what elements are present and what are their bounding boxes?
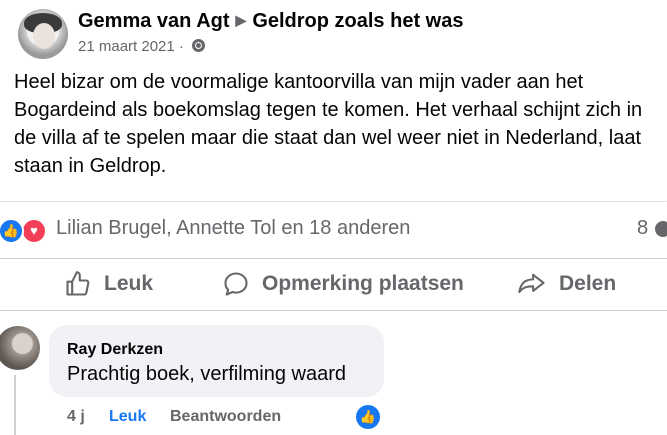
comment-count-icon [655, 221, 667, 237]
reaction-names[interactable]: Lilian Brugel, Annette Tol en 18 anderen [56, 217, 410, 240]
author-name[interactable]: Gemma van Agt [78, 10, 230, 32]
comment-label: Opmerking plaatsen [262, 272, 464, 295]
reactions-summary[interactable]: 👍 ♥ Lilian Brugel, Annette Tol en 18 and… [0, 216, 667, 244]
globe-icon [192, 39, 206, 52]
thread-line [14, 375, 16, 435]
like-reaction-icon: 👍 [0, 218, 24, 244]
thumbs-up-icon [66, 271, 90, 296]
share-label: Delen [559, 272, 617, 295]
comment-text: Prachtig boek, verfilming waard [67, 363, 347, 385]
post-header: Gemma van Agt ▶ Geldrop zoals het was [78, 10, 463, 33]
commenter-name[interactable]: Ray Derkzen [67, 341, 163, 359]
divider [0, 258, 667, 259]
share-icon [518, 273, 545, 294]
comment-like-reaction-icon: 👍 [356, 405, 380, 429]
like-label: Leuk [104, 272, 154, 295]
comment-icon [224, 272, 248, 296]
date-separator: · [178, 38, 184, 55]
post-date[interactable]: 21 maart 2021 [78, 38, 175, 55]
commenter-avatar[interactable] [0, 326, 40, 370]
group-arrow-icon: ▶ [235, 12, 247, 28]
comment-bubble [49, 325, 384, 397]
share-button[interactable]: Delen [517, 264, 616, 304]
comment-button[interactable]: Opmerking plaatsen [222, 264, 464, 304]
group-name[interactable]: Geldrop zoals het was [252, 10, 463, 32]
comment-count[interactable]: 8 [637, 217, 648, 240]
like-button[interactable]: Leuk [64, 264, 153, 304]
author-avatar[interactable] [18, 9, 68, 59]
divider [0, 310, 667, 311]
post-body: Heel bizar om de voormalige kantoorvilla… [14, 71, 643, 177]
comment-reply-button[interactable]: Beantwoorden [170, 408, 281, 426]
love-reaction-icon: ♥ [21, 218, 47, 244]
comment-time[interactable]: 4 j [67, 408, 85, 426]
comment-like-button[interactable]: Leuk [109, 408, 146, 426]
post-meta: 21 maart 2021 · [78, 38, 206, 55]
